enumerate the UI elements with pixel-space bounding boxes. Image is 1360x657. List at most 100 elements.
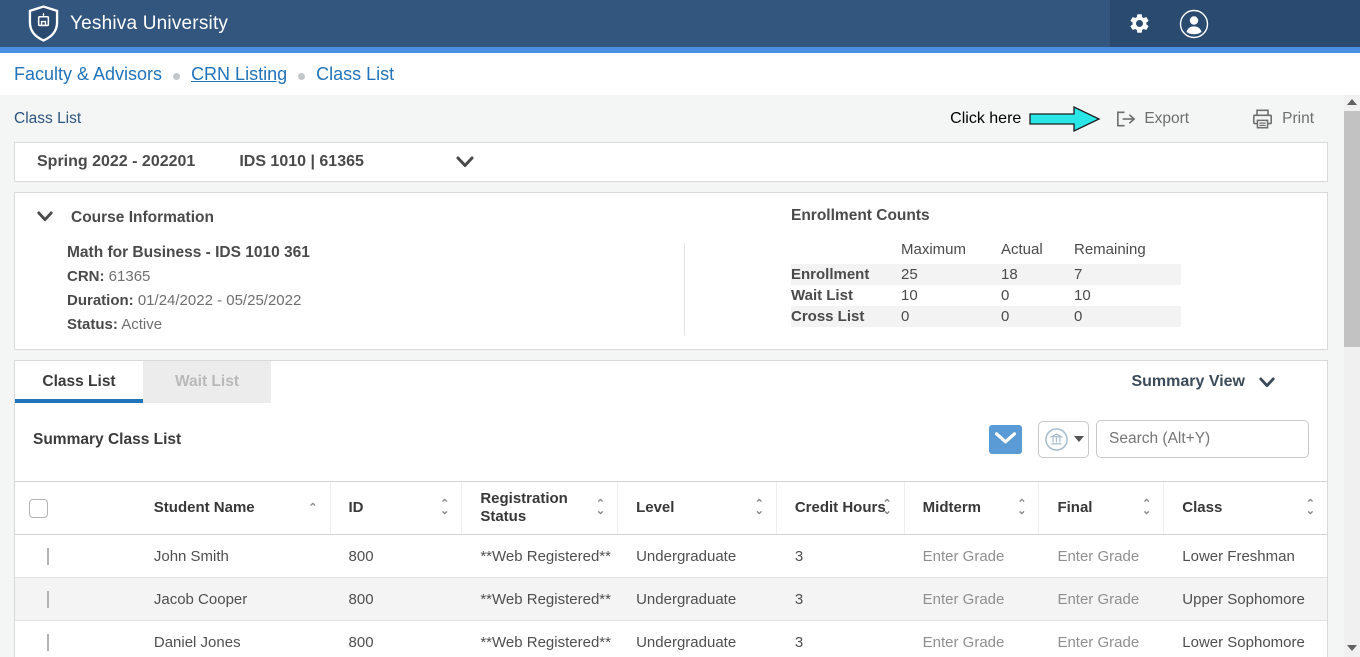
sort-asc-icon[interactable]: ⌃ — [308, 505, 317, 512]
row-checkbox[interactable] — [47, 591, 49, 608]
export-button[interactable]: Export — [1115, 109, 1189, 129]
email-button[interactable] — [989, 425, 1022, 454]
col-level[interactable]: Level ⌃⌄ — [618, 482, 777, 534]
page-header: Class List Click here Export — [0, 95, 1360, 142]
settings-button[interactable] — [1128, 12, 1151, 35]
panel-divider — [684, 243, 685, 335]
final-enter-grade[interactable]: Enter Grade — [1039, 634, 1164, 651]
row-checkbox[interactable] — [47, 548, 49, 565]
term-label: Spring 2022 - 202201 — [37, 153, 195, 171]
col-actual: Actual — [1001, 239, 1074, 264]
row-checkbox[interactable] — [47, 634, 49, 651]
gear-icon — [1128, 12, 1151, 35]
cyan-arrow-annotation — [1029, 105, 1101, 133]
top-navbar: Yeshiva University — [0, 0, 1360, 47]
envelope-icon — [994, 431, 1017, 448]
tab-class-list[interactable]: Class List — [15, 361, 143, 403]
brand: Yeshiva University — [28, 5, 228, 42]
scroll-up-arrow[interactable] — [1344, 95, 1360, 109]
export-icon — [1115, 109, 1136, 129]
printer-icon — [1251, 108, 1274, 130]
breadcrumb-separator — [173, 73, 180, 80]
view-selector-dropdown[interactable]: Summary View — [1131, 361, 1275, 403]
breadcrumb-crn-listing[interactable]: CRN Listing — [191, 64, 287, 85]
col-registration-status[interactable]: Registration Status ⌃⌄ — [462, 482, 618, 534]
col-class[interactable]: Class ⌃⌄ — [1164, 482, 1327, 534]
search-input[interactable] — [1109, 430, 1309, 448]
scroll-down-arrow[interactable] — [1344, 641, 1360, 655]
col-remaining: Remaining — [1074, 239, 1181, 264]
search-box — [1096, 420, 1309, 458]
print-label: Print — [1282, 110, 1314, 128]
print-button[interactable]: Print — [1251, 108, 1314, 130]
table-row: John Smith 800 **Web Registered** Underg… — [15, 535, 1327, 578]
summary-class-list-title: Summary Class List — [33, 431, 181, 449]
chevron-down-icon[interactable] — [456, 156, 474, 168]
course-label: IDS 1010 | 61365 — [239, 153, 364, 171]
col-maximum: Maximum — [901, 239, 1001, 264]
crosslist-row: Cross List 0 0 0 — [791, 306, 1181, 327]
landmark-icon — [1044, 427, 1069, 452]
sort-icon[interactable]: ⌃⌄ — [596, 501, 605, 515]
midterm-enter-grade[interactable]: Enter Grade — [905, 634, 1040, 651]
col-credit-hours[interactable]: Credit Hours ⌃⌄ — [777, 482, 905, 534]
tabs: Class List Wait List Summary View — [15, 361, 1327, 403]
enrollment-row: Enrollment 25 18 7 — [791, 264, 1181, 285]
tab-wait-list[interactable]: Wait List — [143, 361, 271, 403]
scrollbar-thumb[interactable] — [1344, 111, 1360, 347]
list-toolbar: Summary Class List — [15, 403, 1327, 481]
university-shield-logo — [28, 5, 59, 42]
vertical-scrollbar[interactable] — [1344, 95, 1360, 657]
students-table: Student Name ⌃ ID ⌃⌄ Registration Status… — [15, 481, 1327, 657]
enrollment-counts-table: Maximum Actual Remaining Enrollment 25 1… — [791, 239, 1181, 327]
filter-dropdown-button[interactable] — [1038, 421, 1089, 458]
user-menu-button[interactable] — [1179, 9, 1209, 39]
col-final[interactable]: Final ⌃⌄ — [1039, 482, 1164, 534]
final-enter-grade[interactable]: Enter Grade — [1039, 591, 1164, 608]
page-header-actions: Click here Export — [950, 95, 1314, 142]
breadcrumb-faculty-advisors[interactable]: Faculty & Advisors — [14, 64, 162, 85]
view-selector-label: Summary View — [1131, 373, 1245, 391]
sort-icon[interactable]: ⌃⌄ — [755, 501, 764, 515]
midterm-enter-grade[interactable]: Enter Grade — [905, 548, 1040, 565]
waitlist-row: Wait List 10 0 10 — [791, 285, 1181, 306]
click-here-annotation: Click here — [950, 110, 1021, 128]
user-avatar-icon — [1179, 9, 1209, 39]
class-list-page: Yeshiva University Faculty & Advisors CR… — [0, 0, 1360, 657]
page-title: Class List — [0, 110, 81, 128]
midterm-enter-grade[interactable]: Enter Grade — [905, 591, 1040, 608]
sort-icon[interactable]: ⌃⌄ — [882, 501, 891, 515]
sort-icon[interactable]: ⌃⌄ — [440, 501, 449, 515]
collapse-chevron-icon[interactable] — [37, 209, 53, 227]
table-row: Daniel Jones 800 **Web Registered** Unde… — [15, 621, 1327, 657]
chevron-down-icon — [1259, 377, 1275, 388]
term-selector[interactable]: Spring 2022 - 202201 IDS 1010 | 61365 — [14, 142, 1328, 182]
table-header-row: Student Name ⌃ ID ⌃⌄ Registration Status… — [15, 481, 1327, 535]
col-student-name[interactable]: Student Name ⌃ — [136, 482, 331, 534]
class-list-panel: Class List Wait List Summary View Summar… — [14, 360, 1328, 657]
sort-icon[interactable]: ⌃⌄ — [1142, 501, 1151, 515]
caret-down-icon — [1074, 436, 1084, 442]
col-midterm[interactable]: Midterm ⌃⌄ — [905, 482, 1040, 534]
enrollment-counts-heading: Enrollment Counts — [791, 207, 1181, 225]
course-information-heading: Course Information — [71, 209, 214, 227]
navbar-right-section — [1110, 0, 1360, 47]
sort-icon[interactable]: ⌃⌄ — [1017, 501, 1026, 515]
table-row: Jacob Cooper 800 **Web Registered** Unde… — [15, 578, 1327, 621]
export-label: Export — [1144, 110, 1189, 128]
breadcrumb-separator — [298, 73, 305, 80]
student-name[interactable]: Jacob Cooper — [136, 591, 331, 608]
breadcrumb: Faculty & Advisors CRN Listing Class Lis… — [0, 53, 1360, 95]
student-name[interactable]: John Smith — [136, 548, 331, 565]
course-information-panel: Course Information Math for Business - I… — [14, 192, 1328, 350]
select-all-checkbox[interactable] — [29, 499, 48, 518]
student-name[interactable]: Daniel Jones — [136, 634, 331, 651]
photo-column-header — [63, 482, 136, 534]
sort-icon[interactable]: ⌃⌄ — [1306, 501, 1315, 515]
breadcrumb-class-list[interactable]: Class List — [316, 64, 394, 85]
enrollment-counts: Enrollment Counts Maximum Actual Remaini… — [791, 207, 1181, 327]
final-enter-grade[interactable]: Enter Grade — [1039, 548, 1164, 565]
enrollment-header-row: Maximum Actual Remaining — [791, 239, 1181, 264]
col-id[interactable]: ID ⌃⌄ — [331, 482, 463, 534]
brand-name: Yeshiva University — [70, 13, 228, 35]
